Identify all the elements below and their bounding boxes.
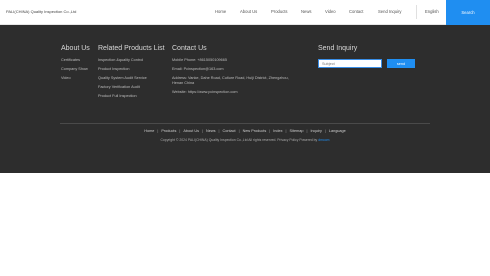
nav-about-us[interactable]: About Us [240, 9, 257, 14]
bottom-link-inquiry[interactable]: Inquiry [310, 129, 321, 133]
contact-us-heading: Contact Us [172, 45, 207, 52]
contact-website[interactable]: Website: https://www.pcinspection.com [172, 90, 238, 95]
footer-link-product[interactable]: Inspection &quality Control [98, 58, 143, 63]
contact-address-line2: Henan China [172, 81, 195, 85]
send-inquiry-heading: Send Inquiry [318, 45, 358, 52]
footer-link-product[interactable]: Product Full Inspection [98, 94, 137, 99]
footer-link-product[interactable]: Factory Verification Audit [98, 85, 140, 90]
copyright-notice: Copyright © 2024 PALI(CHINA) Quality Ins… [0, 138, 490, 142]
footer-link-company-show[interactable]: Company Show [61, 67, 88, 72]
language-selector[interactable]: English [425, 9, 439, 14]
contact-email[interactable]: Email: Pcinspection@163.com [172, 67, 224, 72]
separator: | [238, 129, 240, 133]
language-divider [416, 5, 417, 19]
site-footer: About Us Certificates Company Show Video… [0, 25, 490, 173]
send-button[interactable]: send [387, 59, 415, 68]
nav-home[interactable]: Home [215, 9, 226, 14]
contact-phone: Mobile Phone: +8615050109665 [172, 58, 227, 62]
nav-news[interactable]: News [301, 9, 311, 14]
powered-by-link[interactable]: dmoom [318, 138, 329, 142]
footer-link-product[interactable]: Product Inspection [98, 67, 129, 72]
nav-video[interactable]: Video [325, 9, 336, 14]
nav-products[interactable]: Products [271, 9, 288, 14]
footer-link-video[interactable]: Video [61, 76, 71, 81]
copyright-text: Copyright © 2024 PALI(CHINA) Quality Ins… [160, 138, 318, 142]
bottom-link-new-products[interactable]: New Products [243, 129, 267, 133]
nav-send-inquiry[interactable]: Send Inquiry [378, 9, 402, 14]
separator: | [324, 129, 326, 133]
bottom-link-language[interactable]: Language [329, 129, 346, 133]
separator: | [201, 129, 203, 133]
bottom-link-home[interactable]: Home [144, 129, 154, 133]
bottom-link-about-us[interactable]: About Us [183, 129, 199, 133]
search-button[interactable]: Search [446, 0, 490, 25]
subject-input[interactable] [318, 59, 382, 68]
brand-name[interactable]: PALI(CHINA) Quality Inspection Co.,Ltd [6, 9, 76, 14]
bottom-link-sitemap[interactable]: Sitemap [290, 129, 304, 133]
footer-bottom-links: Home | Products | About Us | News | Contact | New … [0, 129, 490, 133]
related-products-heading: Related Products List [98, 45, 165, 52]
about-us-heading: About Us [61, 45, 90, 52]
footer-link-product[interactable]: Quality System Audit Service [98, 76, 147, 81]
nav-contact[interactable]: Contact [349, 9, 363, 14]
top-navbar: PALI(CHINA) Quality Inspection Co.,Ltd H… [0, 0, 490, 25]
footer-divider [60, 123, 430, 124]
bottom-link-products[interactable]: Products [161, 129, 176, 133]
bottom-link-index[interactable]: Index [273, 129, 282, 133]
footer-link-certificates[interactable]: Certificates [61, 58, 80, 63]
bottom-link-contact[interactable]: Contact [222, 129, 235, 133]
separator: | [285, 129, 287, 133]
